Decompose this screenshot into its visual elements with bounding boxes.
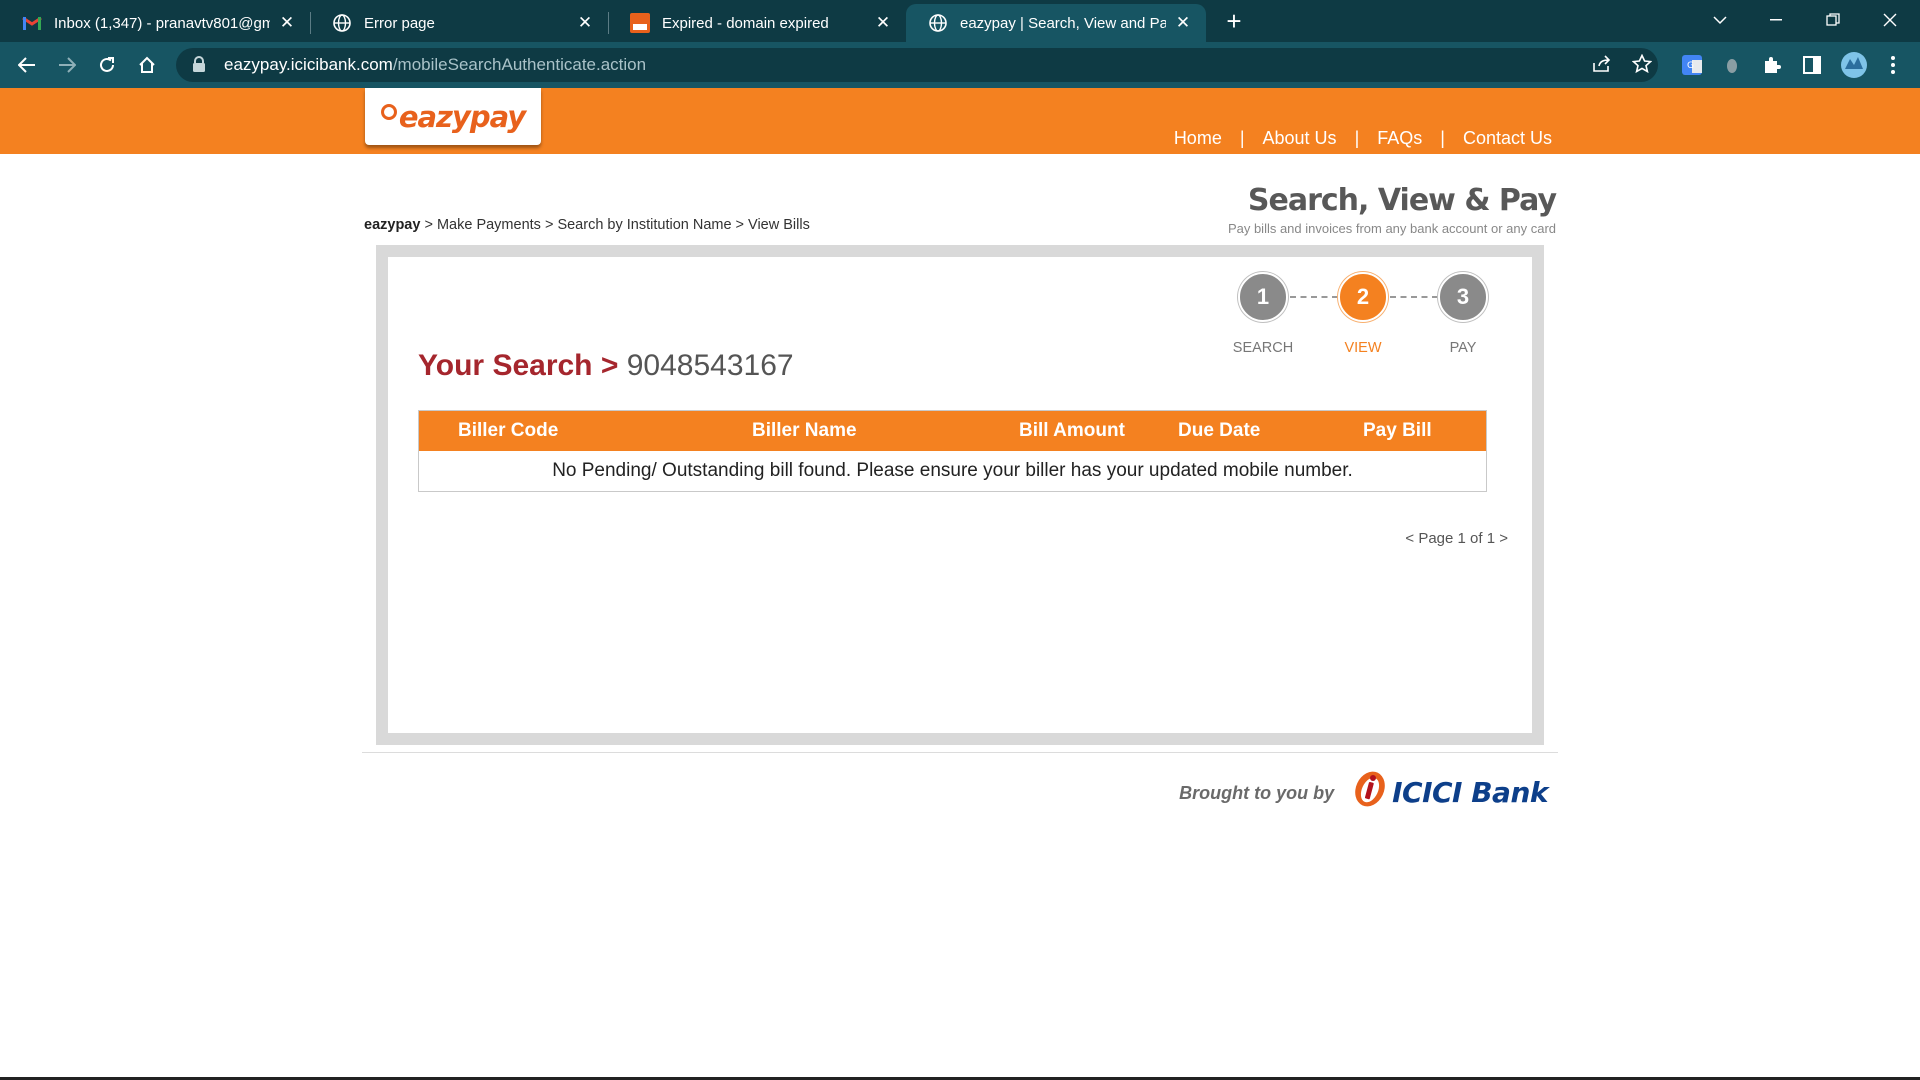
step-pay-circle: 3 xyxy=(1438,272,1488,322)
step-search-circle: 1 xyxy=(1238,272,1288,322)
nav-separator: | xyxy=(1239,128,1245,148)
tab-eazypay[interactable]: eazypay | Search, View and Pay y ✕ xyxy=(906,4,1206,42)
home-icon[interactable] xyxy=(131,49,163,81)
page-title: Search, View & Pay xyxy=(1247,183,1557,218)
step-connector xyxy=(1290,296,1338,298)
step-view-label: VIEW xyxy=(1344,340,1382,356)
share-icon[interactable] xyxy=(1588,50,1616,78)
close-window-icon[interactable] xyxy=(1872,4,1908,36)
tab-error-page[interactable]: Error page ✕ xyxy=(310,4,608,42)
column-header-bill-amount: Bill Amount xyxy=(1019,420,1125,441)
site-header: eazypay Home | About Us | FAQs | Contact… xyxy=(0,88,1920,154)
close-icon[interactable]: ✕ xyxy=(576,14,594,32)
nav-contact-us-link[interactable]: Contact Us xyxy=(1463,128,1552,149)
url-host: eazypay.icicibank.com xyxy=(224,55,393,74)
column-header-due-date: Due Date xyxy=(1178,420,1261,441)
bills-table-header: Biller Code Biller Name Bill Amount Due … xyxy=(419,411,1486,451)
breadcrumb: eazypay > Make Payments > Search by Inst… xyxy=(364,217,810,233)
restore-icon[interactable] xyxy=(1815,4,1851,36)
side-panel-icon[interactable] xyxy=(1796,49,1828,81)
bills-table: Biller Code Biller Name Bill Amount Due … xyxy=(418,410,1487,492)
close-icon[interactable]: ✕ xyxy=(1174,14,1192,32)
bookmark-star-icon[interactable] xyxy=(1628,50,1656,78)
close-icon[interactable]: ✕ xyxy=(874,14,892,32)
extension-icon[interactable] xyxy=(1716,49,1748,81)
nav-faqs-link[interactable]: FAQs xyxy=(1377,128,1422,149)
address-bar[interactable]: eazypay.icicibank.com /mobileSearchAuthe… xyxy=(176,48,1658,82)
tab-title: Inbox (1,347) - pranavtv801@gm xyxy=(54,14,270,32)
search-summary-value: 9048543167 xyxy=(626,349,794,382)
footer-brand: Brought to you by ICICI Bank xyxy=(1179,768,1548,809)
icici-bank-name: ICICI Bank xyxy=(1392,776,1548,809)
nav-separator: | xyxy=(1440,128,1445,148)
lock-icon[interactable] xyxy=(192,56,210,74)
search-summary-label: Your Search > xyxy=(418,349,619,382)
nav-about-us-link[interactable]: About Us xyxy=(1263,128,1337,149)
nav-separator: | xyxy=(1354,128,1360,148)
step-connector xyxy=(1390,296,1438,298)
icici-logo-icon xyxy=(1352,769,1388,809)
globe-icon xyxy=(332,13,352,33)
progress-steps: 1 2 3 SEARCH VIEW PAY xyxy=(1233,272,1518,362)
page-subtitle: Pay bills and invoices from any bank acc… xyxy=(1227,221,1556,236)
tab-search-icon[interactable] xyxy=(1702,4,1738,36)
nav-home-link[interactable]: Home xyxy=(1174,128,1222,149)
gmail-icon xyxy=(22,13,42,33)
minimize-icon[interactable] xyxy=(1758,4,1794,36)
back-arrow-icon[interactable] xyxy=(11,49,43,81)
eazypay-logo-mark-icon xyxy=(380,103,397,120)
close-icon[interactable]: ✕ xyxy=(278,14,296,32)
new-tab-button[interactable]: + xyxy=(1220,7,1248,35)
tab-gmail-inbox[interactable]: Inbox (1,347) - pranavtv801@gm ✕ xyxy=(0,4,310,42)
column-header-biller-name: Biller Name xyxy=(752,420,857,441)
bills-table-empty-message: No Pending/ Outstanding bill found. Plea… xyxy=(552,460,1353,481)
browser-tab-strip: Inbox (1,347) - pranavtv801@gm ✕ Error p… xyxy=(0,0,1920,42)
step-search-label: SEARCH xyxy=(1232,340,1294,356)
tab-domain-expired[interactable]: Expired - domain expired ✕ xyxy=(608,4,906,42)
top-navigation: Home | About Us | FAQs | Contact Us xyxy=(1174,128,1552,149)
pagination[interactable]: < Page 1 of 1 > xyxy=(1405,530,1508,547)
breadcrumb-trail: > Make Payments > Search by Institution … xyxy=(420,217,810,233)
url-path: /mobileSearchAuthenticate.action xyxy=(392,55,647,74)
reload-icon[interactable] xyxy=(91,49,123,81)
content-frame: 1 2 3 SEARCH VIEW PAY Your Search > 9048… xyxy=(376,245,1544,745)
step-pay-label: PAY xyxy=(1449,340,1477,356)
svg-text:G: G xyxy=(1687,61,1694,71)
tab-title: Expired - domain expired xyxy=(662,14,829,32)
step-view-circle: 2 xyxy=(1338,272,1388,322)
domain-icon xyxy=(630,13,650,33)
globe-icon xyxy=(928,13,948,33)
column-header-biller-code: Biller Code xyxy=(458,420,559,441)
extensions-puzzle-icon[interactable] xyxy=(1756,49,1788,81)
column-header-pay-bill: Pay Bill xyxy=(1363,420,1432,441)
footer-divider xyxy=(362,752,1558,753)
logo-text: eazypay xyxy=(398,99,526,134)
content-panel: 1 2 3 SEARCH VIEW PAY Your Search > 9048… xyxy=(388,257,1532,733)
google-translate-icon[interactable]: G xyxy=(1676,49,1708,81)
brought-to-you-by-text: Brought to you by xyxy=(1179,783,1335,803)
tab-title: eazypay | Search, View and Pay y xyxy=(960,14,1166,32)
eazypay-logo[interactable]: eazypay xyxy=(365,88,541,145)
search-summary: Your Search > 9048543167 xyxy=(418,349,794,383)
tab-title: Error page xyxy=(364,14,435,32)
breadcrumb-home-link[interactable]: eazypay xyxy=(364,217,420,233)
browser-toolbar: eazypay.icicibank.com /mobileSearchAuthe… xyxy=(0,42,1920,88)
forward-arrow-icon[interactable] xyxy=(51,49,83,81)
browser-menu-icon[interactable] xyxy=(1877,49,1909,81)
profile-avatar-icon[interactable] xyxy=(1838,49,1870,81)
